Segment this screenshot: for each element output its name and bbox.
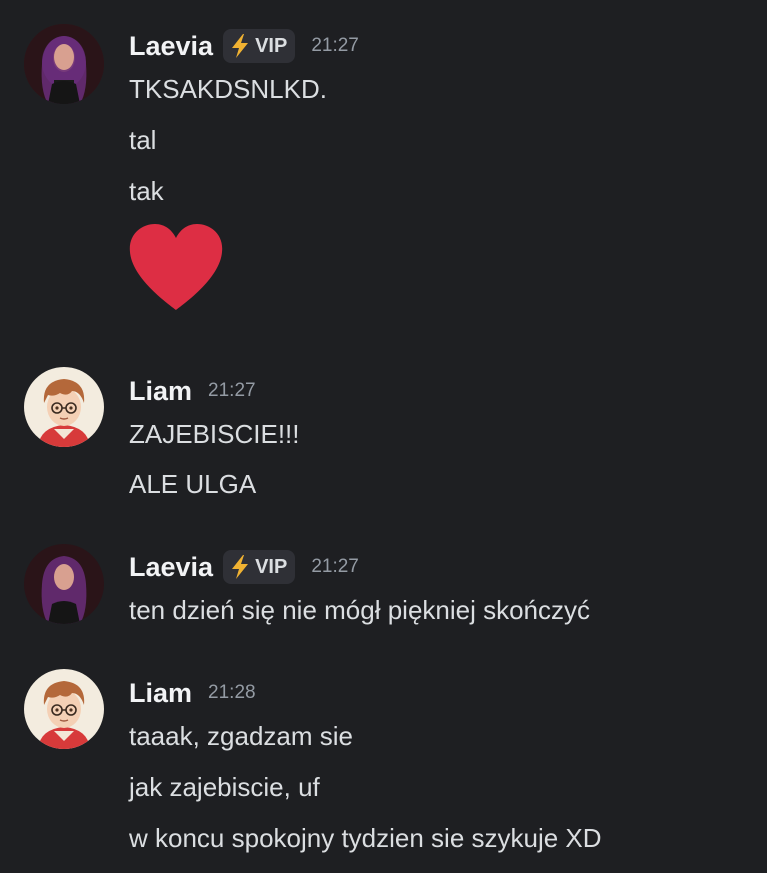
username[interactable]: Liam	[129, 678, 192, 709]
red-heart-icon	[129, 224, 223, 310]
message-header: Laevia VIP 21:27	[129, 28, 359, 64]
username[interactable]: Laevia	[129, 31, 213, 62]
message-header: Liam 21:28	[129, 675, 256, 711]
message-text: jak zajebiscie, uf	[129, 772, 320, 802]
message-group-liam-2: Liam 21:28 taaak, zgadzam sie jak zajebi…	[0, 660, 767, 873]
liam-avatar-icon	[24, 669, 104, 749]
message-text: ten dzień się nie mógł piękniej skończyć	[129, 595, 591, 625]
message-text: tak	[129, 176, 164, 206]
lightning-bolt-icon	[232, 555, 249, 579]
message-text: taaak, zgadzam sie	[129, 721, 354, 751]
timestamp[interactable]: 21:27	[208, 380, 256, 402]
vip-badge[interactable]: VIP	[223, 550, 296, 584]
timestamp[interactable]: 21:27	[311, 556, 359, 578]
username[interactable]: Liam	[129, 376, 192, 407]
message-text: tal	[129, 125, 157, 155]
message-group-laevia-2: Laevia VIP 21:27 ten dzień się nie mógł …	[0, 530, 767, 660]
laevia-avatar-icon	[24, 24, 104, 104]
message-text: w koncu spokojny tydzien sie szykuje XD	[129, 823, 602, 853]
avatar-liam[interactable]	[24, 669, 104, 749]
liam-avatar-icon	[24, 367, 104, 447]
username[interactable]: Laevia	[129, 552, 213, 583]
timestamp[interactable]: 21:28	[208, 682, 256, 704]
avatar-laevia[interactable]	[24, 544, 104, 624]
message-text: ZAJEBISCIE!!!	[129, 419, 300, 449]
timestamp[interactable]: 21:27	[311, 35, 359, 57]
badge-label: VIP	[255, 34, 288, 57]
badge-label: VIP	[255, 555, 288, 578]
message-header: Laevia VIP 21:27	[129, 549, 359, 585]
message-text: TKSAKDSNLKD.	[129, 74, 327, 104]
avatar-liam[interactable]	[24, 367, 104, 447]
vip-badge[interactable]: VIP	[223, 29, 296, 63]
message-header: Liam 21:27	[129, 373, 256, 409]
message-text: ALE ULGA	[129, 469, 257, 499]
lightning-bolt-icon	[232, 34, 249, 58]
message-group-laevia-1: Laevia VIP 21:27 TKSAKDSNLKD. tal tak	[0, 0, 767, 330]
message-group-liam-1: Liam 21:27 ZAJEBISCIE!!! ALE ULGA	[0, 330, 767, 530]
avatar-laevia[interactable]	[24, 24, 104, 104]
laevia-avatar-icon	[24, 544, 104, 624]
